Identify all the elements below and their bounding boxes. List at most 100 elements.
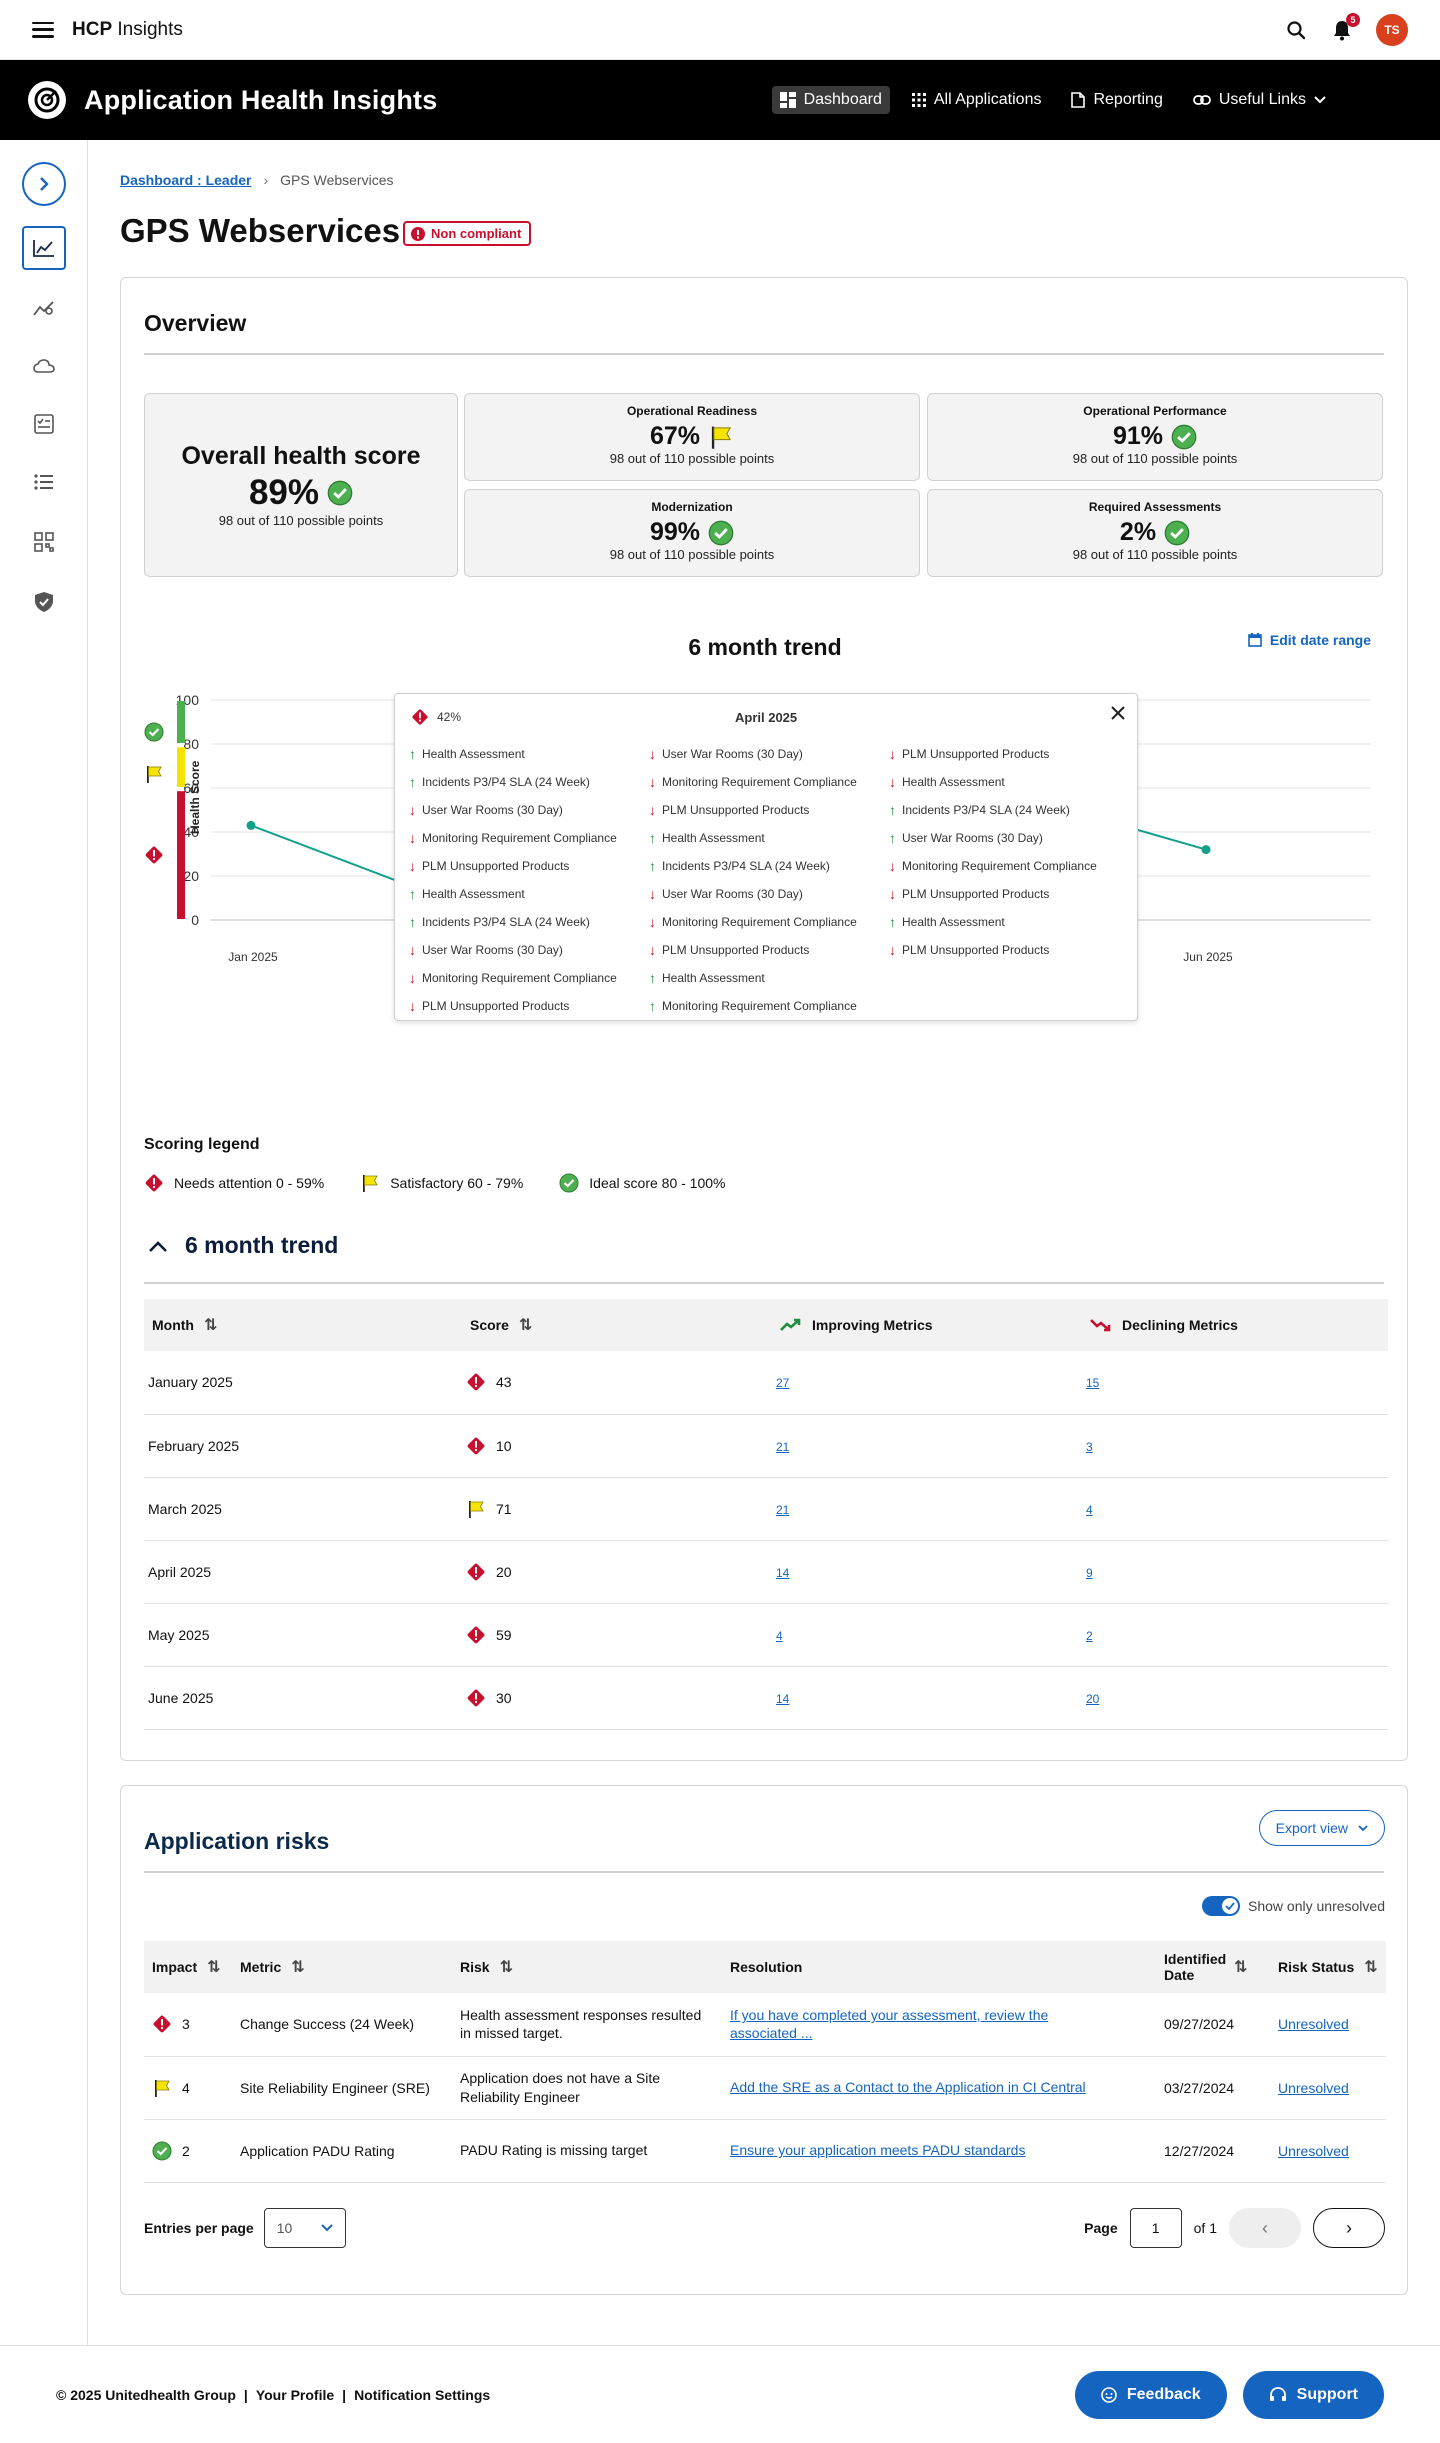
declining-metrics-link[interactable]: 2 — [1086, 1629, 1093, 1643]
declining-metrics-link[interactable]: 9 — [1086, 1566, 1093, 1580]
column-header-risk-status[interactable]: Risk Status ⇅ — [1270, 1941, 1386, 1993]
arrow-down-icon: ↓ — [409, 998, 416, 1014]
legend-needs-attention: Needs attention 0 - 59% — [144, 1173, 324, 1193]
tooltip-column: ↑ Health Assessment ↑ Incidents P3/P4 SLA (… — [409, 740, 617, 1020]
nav-useful-links[interactable]: Useful Links — [1185, 86, 1334, 114]
declining-metrics-link[interactable]: 20 — [1086, 1692, 1099, 1706]
sort-icon[interactable]: ⇅ — [519, 1315, 532, 1335]
arrow-down-icon: ↓ — [409, 942, 416, 958]
nav-reporting[interactable]: Reporting — [1063, 86, 1170, 114]
improving-metrics-link[interactable]: 4 — [776, 1629, 783, 1643]
sort-icon[interactable]: ⇅ — [291, 1957, 304, 1977]
overall-health-points: 98 out of 110 possible points — [218, 513, 384, 528]
arrow-down-icon: ↓ — [649, 802, 656, 818]
impact-cell: 2 — [144, 2119, 232, 2183]
improving-cell: 21 — [772, 1414, 1082, 1478]
improving-metrics-link[interactable]: 21 — [776, 1503, 789, 1517]
tooltip-metric-row: ↓ Monitoring Requirement Compliance — [409, 964, 617, 992]
sort-icon[interactable]: ⇅ — [1234, 1957, 1247, 1977]
score-value: 71 — [496, 1500, 512, 1517]
risk-status-link[interactable]: Unresolved — [1278, 2016, 1349, 2032]
hamburger-menu-icon[interactable] — [32, 21, 54, 38]
app-header: Application Health Insights Dashboard Al… — [0, 60, 1440, 140]
previous-page-button[interactable]: ‹ — [1229, 2208, 1301, 2248]
nav-all-applications[interactable]: All Applications — [904, 86, 1050, 114]
export-view-button[interactable]: Export view — [1258, 1810, 1385, 1846]
score-value: 20 — [496, 1563, 512, 1580]
tooltip-metric-label: PLM Unsupported Products — [902, 943, 1050, 957]
header-label: Metric — [240, 1959, 282, 1975]
entries-per-page-select[interactable]: 10 — [263, 2208, 346, 2248]
page-number-input[interactable]: 1 — [1129, 2208, 1182, 2248]
sort-icon[interactable]: ⇅ — [500, 1957, 513, 1977]
breadcrumb-separator-icon: › — [263, 172, 269, 188]
arrow-down-icon: ↓ — [649, 886, 656, 902]
nav-dashboard-label: Dashboard — [803, 91, 882, 108]
support-button[interactable]: Support — [1242, 2370, 1384, 2419]
next-page-button[interactable]: › — [1313, 2208, 1385, 2248]
tooltip-metric-label: User War Rooms (30 Day) — [902, 831, 1043, 845]
edit-date-range-button[interactable]: Edit date range — [1248, 632, 1371, 648]
check-circle-icon — [1171, 424, 1197, 449]
rail-analytics[interactable] — [22, 286, 66, 330]
nav-dashboard[interactable]: Dashboard — [771, 86, 890, 114]
rail-dashboard[interactable] — [22, 226, 66, 270]
column-header-month[interactable]: Month ⇅ — [144, 1299, 462, 1351]
tooltip-score: 42% — [411, 708, 461, 726]
column-header-score[interactable]: Score ⇅ — [462, 1299, 772, 1351]
column-header-risk[interactable]: Risk ⇅ — [452, 1941, 722, 1993]
breadcrumb: Dashboard : Leader › GPS Webservices — [120, 172, 394, 188]
resolution-link[interactable]: Add the SRE as a Contact to the Applicat… — [730, 2079, 1086, 2095]
sort-icon[interactable]: ⇅ — [204, 1315, 217, 1335]
column-header-impact[interactable]: Impact ⇅ — [144, 1941, 232, 1993]
risk-cell: Health assessment responses resulted in … — [452, 1993, 722, 2057]
rail-security[interactable] — [22, 580, 66, 624]
resolution-link[interactable]: If you have completed your assessment, r… — [730, 2007, 1048, 2041]
expand-rail-button[interactable] — [22, 162, 66, 206]
arrow-up-icon: ↑ — [409, 886, 416, 902]
search-icon[interactable] — [1284, 18, 1308, 42]
risk-status-link[interactable]: Unresolved — [1278, 2080, 1349, 2096]
footer-link-profile[interactable]: Your Profile — [256, 2387, 334, 2403]
trend-section-toggle[interactable]: 6 month trend — [149, 1232, 338, 1259]
feedback-button[interactable]: Feedback — [1074, 2370, 1227, 2419]
rail-cloud[interactable] — [22, 344, 66, 388]
declining-metrics-link[interactable]: 3 — [1086, 1440, 1093, 1454]
improving-metrics-link[interactable]: 21 — [776, 1440, 789, 1454]
chevron-right-icon — [40, 177, 49, 191]
resolution-link[interactable]: Ensure your application meets PADU stand… — [730, 2142, 1025, 2158]
rail-list[interactable] — [22, 460, 66, 504]
improving-metrics-link[interactable]: 14 — [776, 1566, 789, 1580]
tile-label: Modernization — [651, 500, 733, 514]
sort-icon[interactable]: ⇅ — [1364, 1957, 1377, 1977]
declining-metrics-link[interactable]: 15 — [1086, 1376, 1099, 1390]
table-row: 2 Application PADU Rating PADU Rating is m… — [144, 2119, 1386, 2183]
page-label: Page — [1084, 2220, 1118, 2236]
risk-status-cell: Unresolved — [1270, 2119, 1386, 2183]
declining-cell: 15 — [1082, 1351, 1388, 1415]
risk-status-link[interactable]: Unresolved — [1278, 2143, 1349, 2159]
improving-metrics-link[interactable]: 14 — [776, 1692, 789, 1706]
tooltip-metric-row: ↓ Monitoring Requirement Compliance — [889, 852, 1097, 880]
improving-metrics-link[interactable]: 27 — [776, 1376, 789, 1390]
arrow-down-icon: ↓ — [409, 858, 416, 874]
tooltip-metric-row: ↓ PLM Unsupported Products — [649, 936, 857, 964]
show-unresolved-toggle[interactable] — [1202, 1896, 1241, 1916]
tile-points: 98 out of 110 possible points — [1072, 451, 1238, 466]
bell-icon[interactable]: 5 — [1330, 12, 1360, 42]
sort-icon[interactable]: ⇅ — [207, 1957, 220, 1977]
avatar[interactable]: TS — [1376, 13, 1408, 46]
column-header-metric[interactable]: Metric ⇅ — [232, 1941, 452, 1993]
column-header-identified-date[interactable]: Identified Date ⇅ — [1156, 1941, 1270, 1993]
close-icon[interactable] — [1111, 706, 1125, 723]
rail-checklist[interactable] — [22, 402, 66, 446]
rail-apps[interactable] — [22, 520, 66, 564]
header-label: Improving Metrics — [812, 1317, 933, 1333]
breadcrumb-parent-link[interactable]: Dashboard : Leader — [120, 172, 251, 188]
tooltip-metric-label: Incidents P3/P4 SLA (24 Week) — [662, 859, 830, 873]
footer-link-notification-settings[interactable]: Notification Settings — [354, 2387, 490, 2403]
legend-title: Scoring legend — [144, 1136, 260, 1153]
cloud-icon — [33, 359, 55, 373]
declining-metrics-link[interactable]: 4 — [1086, 1503, 1093, 1517]
top-utility-bar: HCP Insights 5 TS — [0, 0, 1440, 60]
